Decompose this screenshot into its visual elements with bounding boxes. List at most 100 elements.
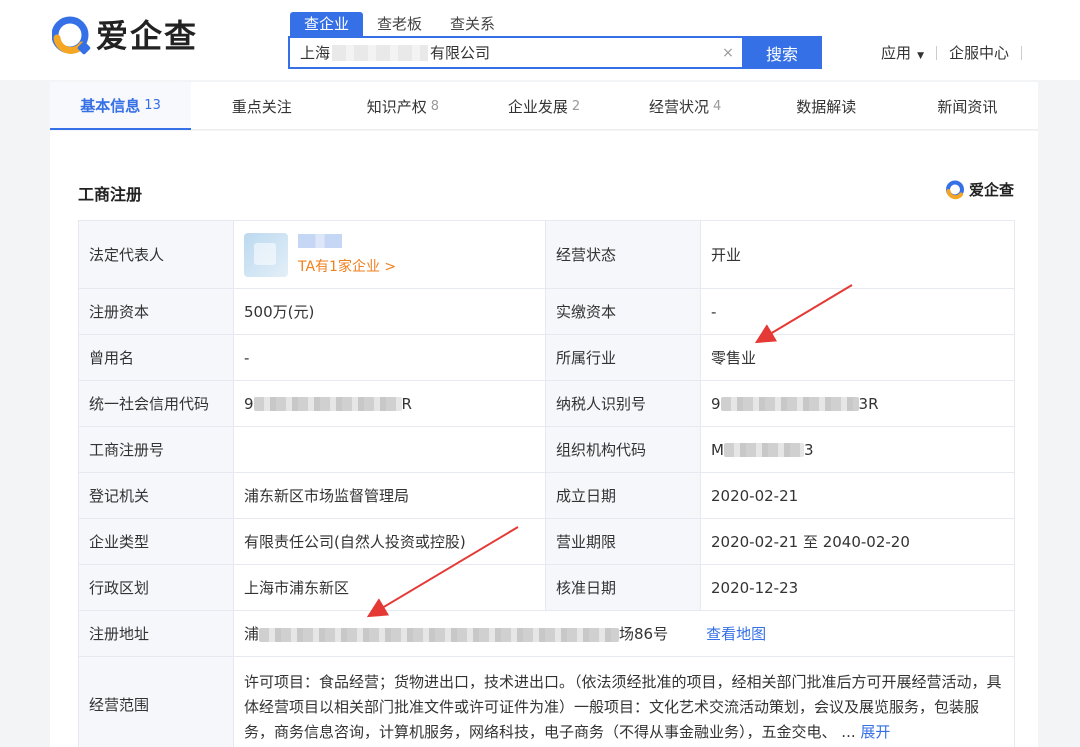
authority-value: 浦东新区市场监督管理局	[233, 472, 546, 519]
search-value-redacted	[332, 44, 429, 61]
search-tab-boss[interactable]: 查老板	[363, 12, 436, 38]
industry-value: 零售业	[700, 334, 1015, 381]
search-type-tabs: 查企业 查老板 查关系	[290, 12, 509, 38]
table-row: 法定代表人 TA有1家企业 > 经营状态 开业	[78, 220, 1015, 289]
registration-table: 法定代表人 TA有1家企业 > 经营状态 开业 注册资本 500万(元) 实缴资…	[78, 220, 1015, 747]
scope-expand-link[interactable]: 展开	[860, 723, 890, 741]
industry-label: 所属行业	[545, 334, 701, 381]
company-type-value: 有限责任公司(自然人投资或控股)	[233, 518, 546, 565]
approval-date-label: 核准日期	[545, 564, 701, 611]
tab-basic-info[interactable]: 基本信息 13	[50, 82, 192, 130]
credit-code-label: 统一社会信用代码	[78, 380, 234, 427]
legal-rep-name-redacted[interactable]	[298, 233, 342, 248]
aiqicha-logo-icon	[52, 16, 91, 55]
brand-mark: 爱企查	[945, 179, 1014, 200]
company-type-label: 企业类型	[78, 518, 234, 565]
logo-text: 爱企查	[96, 17, 199, 55]
org-code-suffix: 3	[803, 440, 814, 459]
org-code-label: 组织机构代码	[545, 426, 701, 473]
taxpayer-suffix: 3R	[858, 394, 879, 413]
legal-rep-companies-link[interactable]: TA有1家企业 >	[298, 256, 396, 276]
address-value: 浦 场86号 查看地图	[233, 610, 1015, 657]
tab-ip[interactable]: 知识产权 8	[332, 82, 473, 130]
tab-count: 8	[430, 98, 439, 114]
legal-rep-cell: TA有1家企业 >	[233, 220, 546, 289]
taxpayer-id-label: 纳税人识别号	[545, 380, 701, 427]
tab-label: 重点关注	[231, 97, 292, 116]
scope-cell: 许可项目：食品经营；货物进出口，技术进出口。（依法须经批准的项目，经相关部门批准…	[233, 656, 1015, 747]
search-button[interactable]: 搜索	[742, 36, 822, 69]
close-icon[interactable]: ×	[714, 45, 742, 61]
table-row: 注册资本 500万(元) 实缴资本 -	[78, 288, 1015, 335]
table-row: 统一社会信用代码 9R 纳税人识别号 9 3R	[78, 380, 1015, 427]
site-logo[interactable]: 爱企查	[52, 16, 198, 56]
tab-label: 企业发展	[507, 97, 568, 116]
reg-no-value	[233, 426, 546, 473]
top-header: 爱企查 查企业 查老板 查关系 上海 有限公司 × 搜索 应用 ▼ 企服中心	[0, 0, 1080, 80]
caret-down-icon: ▼	[917, 51, 924, 61]
table-row: 企业类型 有限责任公司(自然人投资或控股) 营业期限 2020-02-21 至 …	[78, 518, 1015, 565]
search-tab-relation[interactable]: 查关系	[436, 12, 509, 38]
brand-text: 爱企查	[968, 181, 1014, 199]
table-row: 注册地址 浦 场86号 查看地图	[78, 610, 1015, 657]
reg-capital-value: 500万(元)	[233, 288, 546, 335]
authority-label: 登记机关	[78, 472, 234, 519]
table-row: 登记机关 浦东新区市场监督管理局 成立日期 2020-02-21	[78, 472, 1015, 519]
tab-data-insight[interactable]: 数据解读	[756, 82, 897, 130]
scope-label: 经营范围	[78, 656, 234, 747]
search-value-prefix: 上海	[300, 44, 331, 62]
taxpayer-id-value: 9 3R	[700, 380, 1015, 427]
header-links: 应用 ▼ 企服中心	[881, 42, 1034, 63]
tab-key-focus[interactable]: 重点关注	[191, 82, 332, 130]
aiqicha-logo-icon	[945, 180, 964, 199]
table-row: 经营范围 许可项目：食品经营；货物进出口，技术进出口。（依法须经批准的项目，经相…	[78, 656, 1015, 747]
tab-news[interactable]: 新闻资讯	[897, 82, 1038, 130]
scope-ellipsis: ...	[841, 723, 856, 741]
org-code-value: M3	[700, 426, 1015, 473]
tab-count: 2	[571, 98, 581, 114]
address-suffix: 场86号	[619, 625, 669, 643]
taxpayer-redacted	[720, 397, 859, 411]
apps-label: 应用	[881, 44, 912, 62]
tab-development[interactable]: 企业发展 2	[473, 82, 614, 130]
tab-count: 4	[713, 98, 722, 114]
former-name-value: -	[233, 334, 546, 381]
view-map-link[interactable]: 查看地图	[706, 625, 766, 643]
status-value: 开业	[700, 220, 1015, 289]
approval-date-value: 2020-12-23	[700, 564, 1015, 611]
section-title: 工商注册	[78, 185, 143, 204]
district-label: 行政区划	[78, 564, 234, 611]
former-name-label: 曾用名	[78, 334, 234, 381]
business-term-value: 2020-02-21 至 2040-02-20	[700, 518, 1015, 565]
credit-code-redacted	[253, 397, 402, 411]
tab-count: 13	[144, 97, 161, 113]
apps-menu[interactable]: 应用 ▼	[881, 42, 924, 63]
divider	[1021, 45, 1022, 60]
address-label: 注册地址	[78, 610, 234, 657]
address-prefix: 浦	[244, 625, 260, 643]
search-value-suffix: 有限公司	[430, 44, 491, 62]
status-label: 经营状态	[545, 220, 701, 289]
established-value: 2020-02-21	[700, 472, 1015, 519]
reg-capital-label: 注册资本	[78, 288, 234, 335]
business-term-label: 营业期限	[545, 518, 701, 565]
org-code-redacted	[723, 443, 804, 457]
tab-operations[interactable]: 经营状况 4	[615, 82, 756, 130]
established-label: 成立日期	[545, 472, 701, 519]
tab-label: 知识产权	[366, 97, 427, 116]
tab-label: 数据解读	[796, 97, 857, 116]
paid-capital-value: -	[700, 288, 1015, 335]
search-input[interactable]: 上海 有限公司	[290, 38, 714, 67]
district-value: 上海市浦东新区	[233, 564, 546, 611]
table-row: 曾用名 - 所属行业 零售业	[78, 334, 1015, 381]
search-box: 上海 有限公司 × 搜索	[288, 36, 822, 69]
taxpayer-prefix: 9	[711, 394, 721, 413]
tab-label: 新闻资讯	[937, 97, 998, 116]
tab-label: 经营状况	[648, 97, 709, 116]
service-center-link[interactable]: 企服中心	[949, 42, 1009, 63]
avatar[interactable]	[244, 232, 288, 277]
credit-code-prefix: 9	[244, 394, 254, 413]
table-row: 行政区划 上海市浦东新区 核准日期 2020-12-23	[78, 564, 1015, 611]
credit-code-value: 9R	[233, 380, 546, 427]
search-tab-company[interactable]: 查企业	[290, 12, 364, 38]
